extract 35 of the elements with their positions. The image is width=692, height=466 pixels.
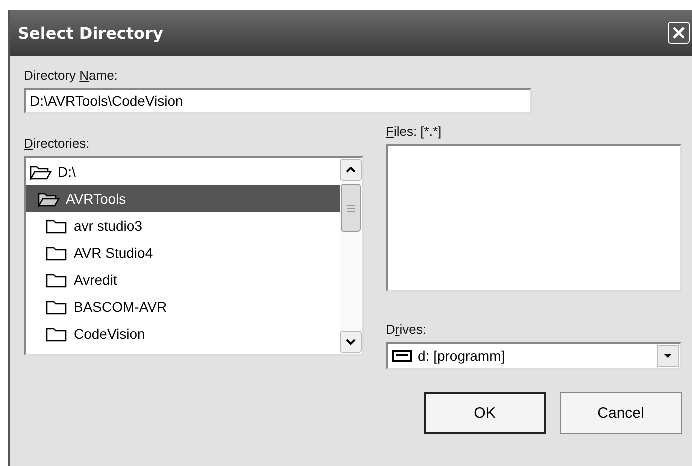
folder-icon: [46, 218, 68, 234]
open-folder-icon: [30, 164, 52, 180]
directory-item[interactable]: AVR Studio4: [26, 239, 340, 266]
directory-item[interactable]: avr studio3: [26, 212, 340, 239]
close-icon: [672, 26, 686, 40]
directories-list[interactable]: D:\ AVRTools avr studio3 AVR Studio4 Avredit BASCOM-AVR CodeVision: [24, 156, 364, 356]
folder-icon: [46, 244, 68, 260]
window-title: Select Directory: [18, 24, 164, 42]
directory-item[interactable]: CodeVision: [26, 320, 340, 347]
scrollbar[interactable]: [340, 158, 362, 354]
directory-item[interactable]: BASCOM-AVR: [26, 293, 340, 320]
files-label: Files: [*.*]: [386, 124, 443, 140]
folder-icon: [46, 326, 68, 342]
directory-item[interactable]: D:\: [26, 158, 340, 185]
dialog-button[interactable]: OK: [424, 392, 546, 434]
files-list[interactable]: [386, 144, 682, 292]
dropdown-arrow-icon: [664, 354, 672, 358]
directory-item[interactable]: Avredit: [26, 266, 340, 293]
folder-icon: [46, 272, 68, 288]
drives-label: Drives:: [386, 322, 428, 338]
chevron-down-icon: [346, 339, 356, 345]
scroll-up-button[interactable]: [340, 159, 362, 181]
folder-icon: [46, 298, 68, 314]
dialog-button[interactable]: Cancel: [560, 392, 682, 434]
directory-item[interactable]: AVRTools: [26, 185, 340, 212]
drive-icon: [392, 350, 412, 362]
close-button[interactable]: [668, 22, 690, 44]
directories-label: Directories:: [24, 136, 91, 152]
drives-dropdown[interactable]: d: [programm]: [386, 342, 682, 370]
open-folder-icon: [38, 190, 60, 206]
scroll-down-button[interactable]: [340, 331, 362, 353]
chevron-up-icon: [346, 167, 356, 173]
directory-name-label: Directory Name:: [24, 68, 119, 84]
scroll-thumb[interactable]: [341, 184, 361, 232]
directory-name-field[interactable]: D:\AVRTools\CodeVision: [24, 88, 532, 114]
